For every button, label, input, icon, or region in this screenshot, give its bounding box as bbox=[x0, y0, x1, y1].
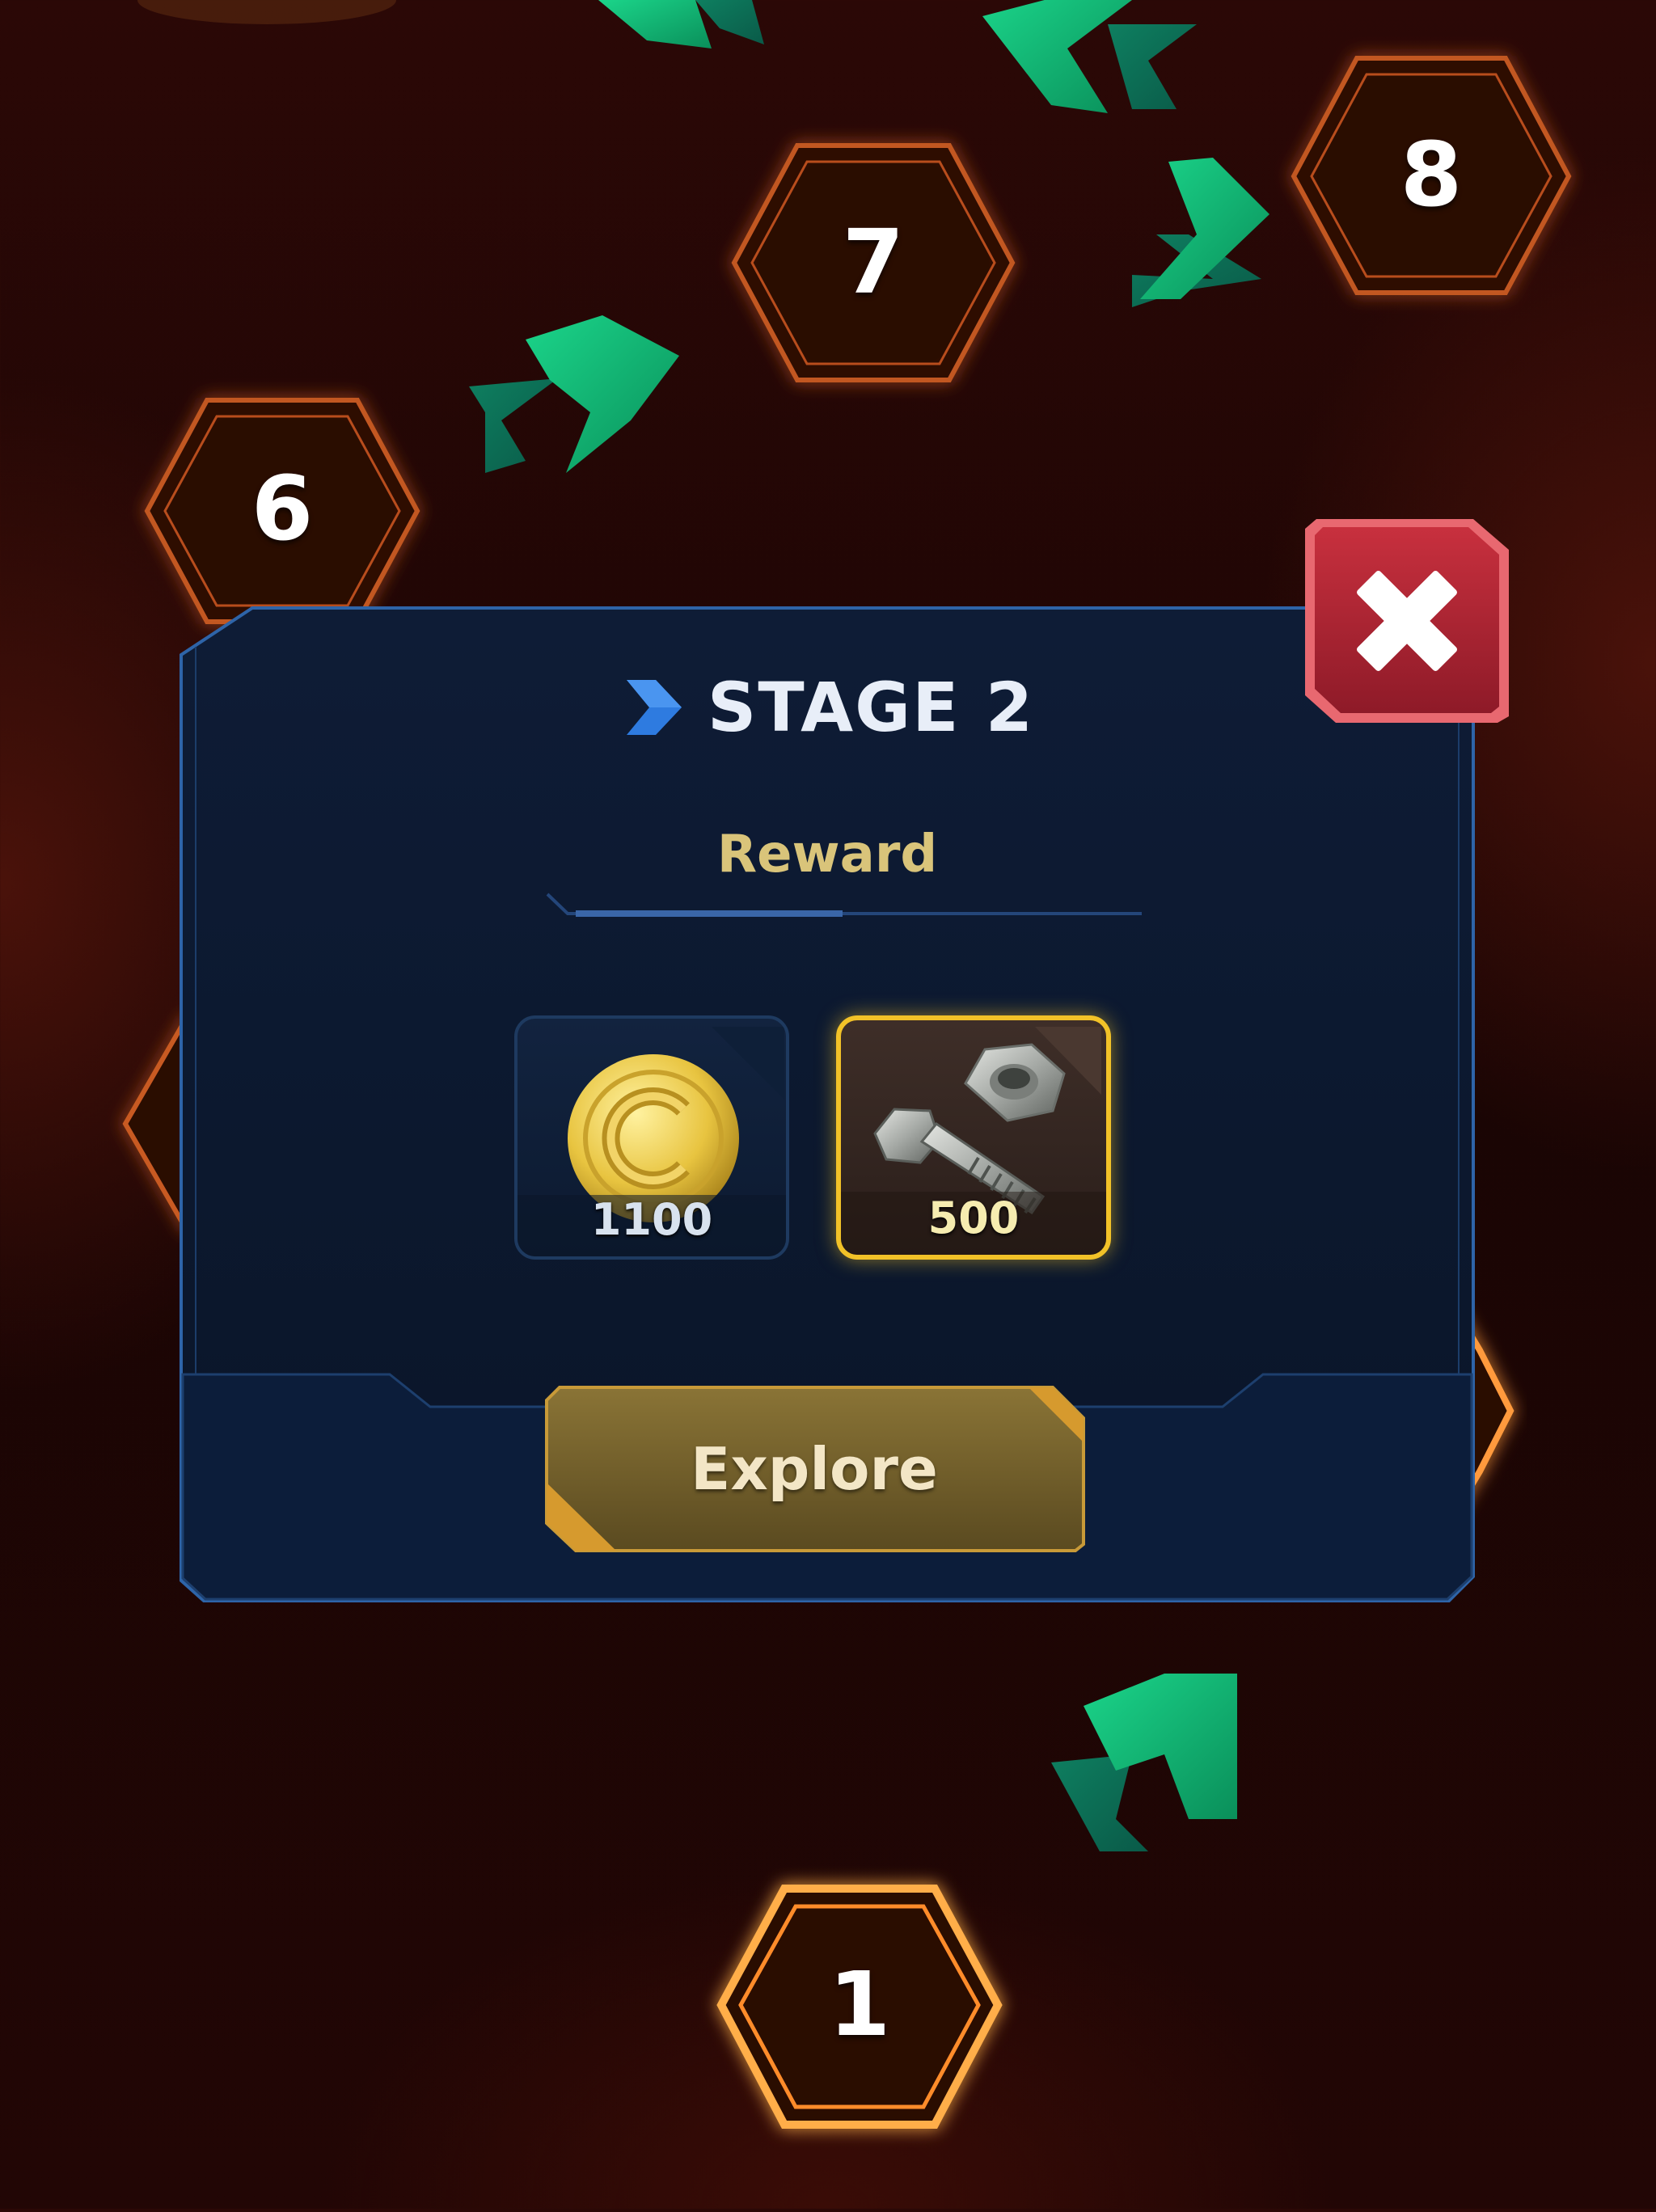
dialog-title: STAGE 2 bbox=[707, 668, 1035, 747]
close-icon bbox=[1305, 519, 1509, 723]
reward-item-parts[interactable]: 500 bbox=[836, 1015, 1111, 1260]
chevron-right-icon bbox=[626, 680, 682, 735]
path-arrow bbox=[469, 315, 679, 473]
path-arrow bbox=[982, 0, 1197, 113]
path-arrow bbox=[598, 0, 764, 49]
close-button[interactable] bbox=[1303, 517, 1510, 724]
explore-button-label: Explore bbox=[691, 1435, 938, 1503]
reward-amount: 500 bbox=[927, 1193, 1020, 1243]
reward-section-title: Reward bbox=[716, 825, 938, 884]
reward-item-coins[interactable]: 1100 bbox=[514, 1015, 789, 1260]
stage-node-7-label: 7 bbox=[842, 210, 905, 314]
explore-button[interactable]: Explore bbox=[543, 1386, 1085, 1552]
dialog-title-row: STAGE 2 bbox=[180, 663, 1475, 752]
stage-node-1-label: 1 bbox=[828, 1952, 891, 2056]
stage-node-8-label: 8 bbox=[1400, 123, 1463, 226]
path-arrow bbox=[1132, 158, 1269, 307]
stage-node-6-label: 6 bbox=[251, 457, 314, 560]
stage-dialog: STAGE 2 Reward 1100 500 Explore bbox=[180, 606, 1475, 1602]
reward-amount: 1100 bbox=[590, 1194, 713, 1245]
path-arrow bbox=[1051, 1674, 1237, 1851]
